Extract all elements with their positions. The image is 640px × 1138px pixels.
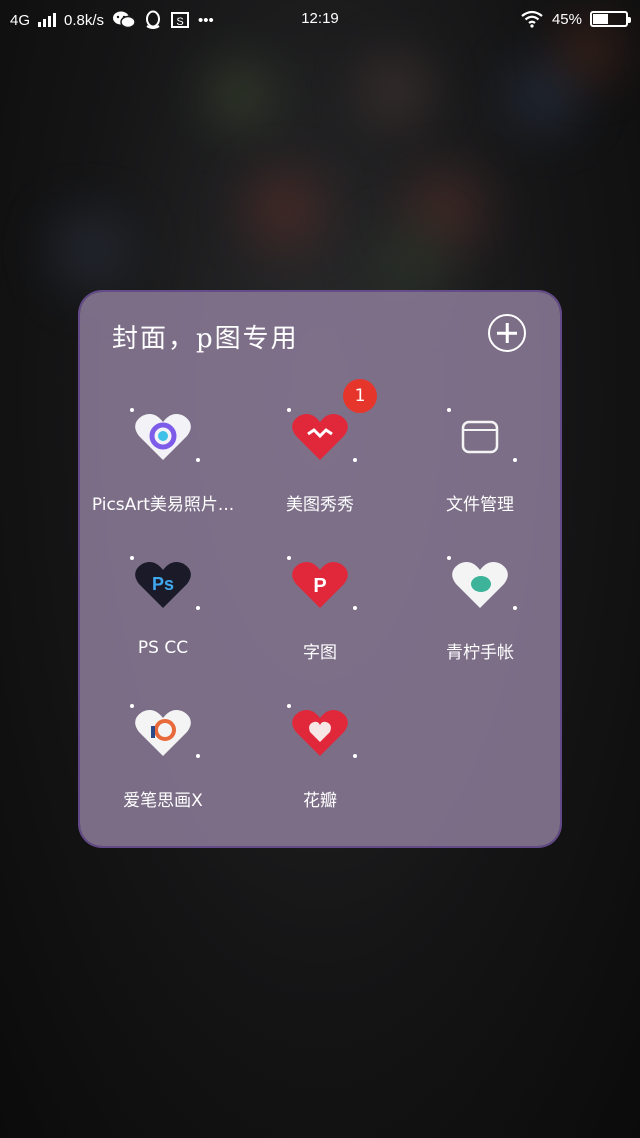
file-manager-icon bbox=[435, 400, 525, 480]
app-label: 文件管理 bbox=[446, 495, 514, 515]
notification-badge: 1 bbox=[343, 379, 377, 413]
status-bar: 4G 0.8k/s S ••• 12:19 45% bbox=[0, 0, 640, 40]
app-ps-cc[interactable]: Ps PS CC bbox=[83, 548, 243, 658]
blurred-background-icon bbox=[360, 55, 430, 125]
add-app-button[interactable] bbox=[488, 314, 526, 352]
app-label: 爱笔思画X bbox=[123, 791, 203, 811]
picsart-icon bbox=[118, 400, 208, 480]
app-meitu[interactable]: 美图秀秀 bbox=[240, 400, 400, 515]
app-label: PicsArt美易照片... bbox=[91, 495, 235, 515]
app-label: PS CC bbox=[137, 638, 189, 658]
zitu-icon: P bbox=[275, 548, 365, 628]
svg-text:P: P bbox=[313, 575, 326, 597]
photoshop-icon: Ps bbox=[118, 548, 208, 628]
app-file-manager[interactable]: 文件管理 bbox=[400, 400, 560, 515]
svg-text:Ps: Ps bbox=[152, 574, 174, 594]
app-label: 字图 bbox=[303, 643, 337, 663]
folder-title[interactable]: 封面，p图专用 bbox=[112, 318, 299, 355]
app-label: 青柠手帐 bbox=[446, 643, 514, 663]
app-ibispaint[interactable]: 爱笔思画X bbox=[83, 696, 243, 811]
ibispaint-icon bbox=[118, 696, 208, 776]
blurred-background-icon bbox=[205, 60, 275, 130]
meitu-icon bbox=[275, 400, 365, 480]
app-qingning[interactable]: 青柠手帐 bbox=[400, 548, 560, 663]
wifi-icon bbox=[521, 10, 543, 28]
app-zitu[interactable]: P 字图 bbox=[240, 548, 400, 663]
blurred-background-icon bbox=[245, 170, 325, 250]
app-picsart[interactable]: PicsArt美易照片... bbox=[83, 400, 243, 515]
battery-percent: 45% bbox=[551, 10, 582, 28]
blurred-background-icon bbox=[50, 210, 130, 290]
huaban-icon bbox=[275, 696, 365, 776]
battery-icon bbox=[590, 11, 631, 27]
app-label: 美图秀秀 bbox=[286, 495, 354, 515]
app-label: 花瓣 bbox=[303, 791, 337, 811]
qingning-icon bbox=[435, 548, 525, 628]
status-right: 45% bbox=[520, 10, 631, 28]
app-huaban[interactable]: 花瓣 bbox=[240, 696, 400, 811]
